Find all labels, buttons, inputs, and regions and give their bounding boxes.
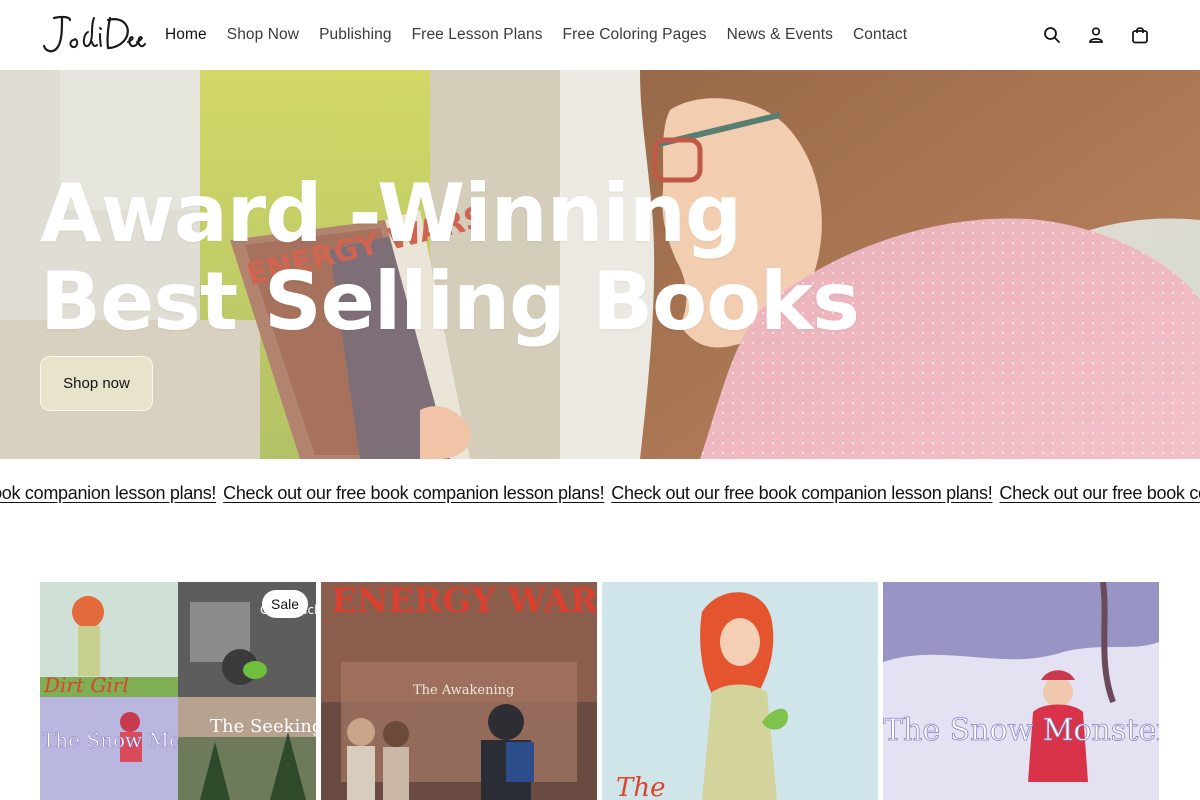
search-icon[interactable]	[1042, 25, 1062, 45]
site-header: Home Shop Now Publishing Free Lesson Pla…	[0, 0, 1200, 70]
product-image: The Snow Monster	[883, 582, 1159, 800]
product-card-snow-monster[interactable]: The Snow Monster	[883, 582, 1159, 800]
product-card-bundle[interactable]: Dirt Girl Grandjack The Snow Monster The…	[40, 582, 316, 800]
product-image: ENERGY WARS The Awakening	[321, 582, 597, 800]
cover-title: ENERGY WARS	[331, 582, 597, 621]
main-nav: Home Shop Now Publishing Free Lesson Pla…	[165, 0, 907, 70]
cover-subtitle: The Awakening	[413, 683, 514, 698]
header-icons	[1042, 0, 1150, 70]
marquee-track: Check out our free book companion lesson…	[0, 483, 1200, 504]
hero-title-line-1: Award -Winning	[40, 167, 742, 260]
hero-banner: ENERGY WARS Award -Winning Best Selling …	[0, 70, 1200, 459]
marquee-link[interactable]: Check out our free book companion lesson…	[611, 483, 992, 504]
nav-item-publishing[interactable]: Publishing	[319, 26, 392, 44]
nav-item-free-lesson-plans[interactable]: Free Lesson Plans	[412, 26, 543, 44]
product-card-dirt-girl[interactable]: The	[602, 582, 878, 800]
nav-item-free-coloring-pages[interactable]: Free Coloring Pages	[563, 26, 707, 44]
shop-now-button[interactable]: Shop now	[40, 356, 153, 411]
nav-item-shop-now[interactable]: Shop Now	[227, 26, 299, 44]
cover-title: The Snow Monster	[883, 713, 1159, 748]
nav-item-home[interactable]: Home	[165, 26, 207, 44]
nav-item-news-events[interactable]: News & Events	[727, 26, 833, 44]
account-icon[interactable]	[1086, 25, 1106, 45]
logo-signature-icon	[42, 15, 146, 53]
product-image: The	[602, 582, 878, 800]
cover-title: Dirt Girl	[43, 673, 129, 697]
cart-icon[interactable]	[1130, 25, 1150, 45]
site-logo[interactable]	[40, 12, 146, 56]
cover-title: The Seeking Tree	[210, 716, 316, 737]
hero-title: Award -Winning Best Selling Books	[40, 167, 860, 348]
marquee-link[interactable]: Check out our free book companion lesson…	[223, 483, 604, 504]
product-card-energy-wars[interactable]: ENERGY WARS The Awakening	[321, 582, 597, 800]
marquee-link[interactable]: Check out our free book companion lesson…	[999, 483, 1200, 504]
product-grid: Dirt Girl Grandjack The Snow Monster The…	[40, 582, 1160, 800]
marquee-link[interactable]: Check out our free book companion lesson…	[0, 483, 216, 504]
nav-item-contact[interactable]: Contact	[853, 26, 907, 44]
hero-title-line-2: Best Selling Books	[40, 255, 860, 348]
announcement-marquee: Check out our free book companion lesson…	[0, 483, 1200, 509]
cover-title: The	[616, 773, 665, 800]
sale-badge: Sale	[262, 590, 308, 618]
